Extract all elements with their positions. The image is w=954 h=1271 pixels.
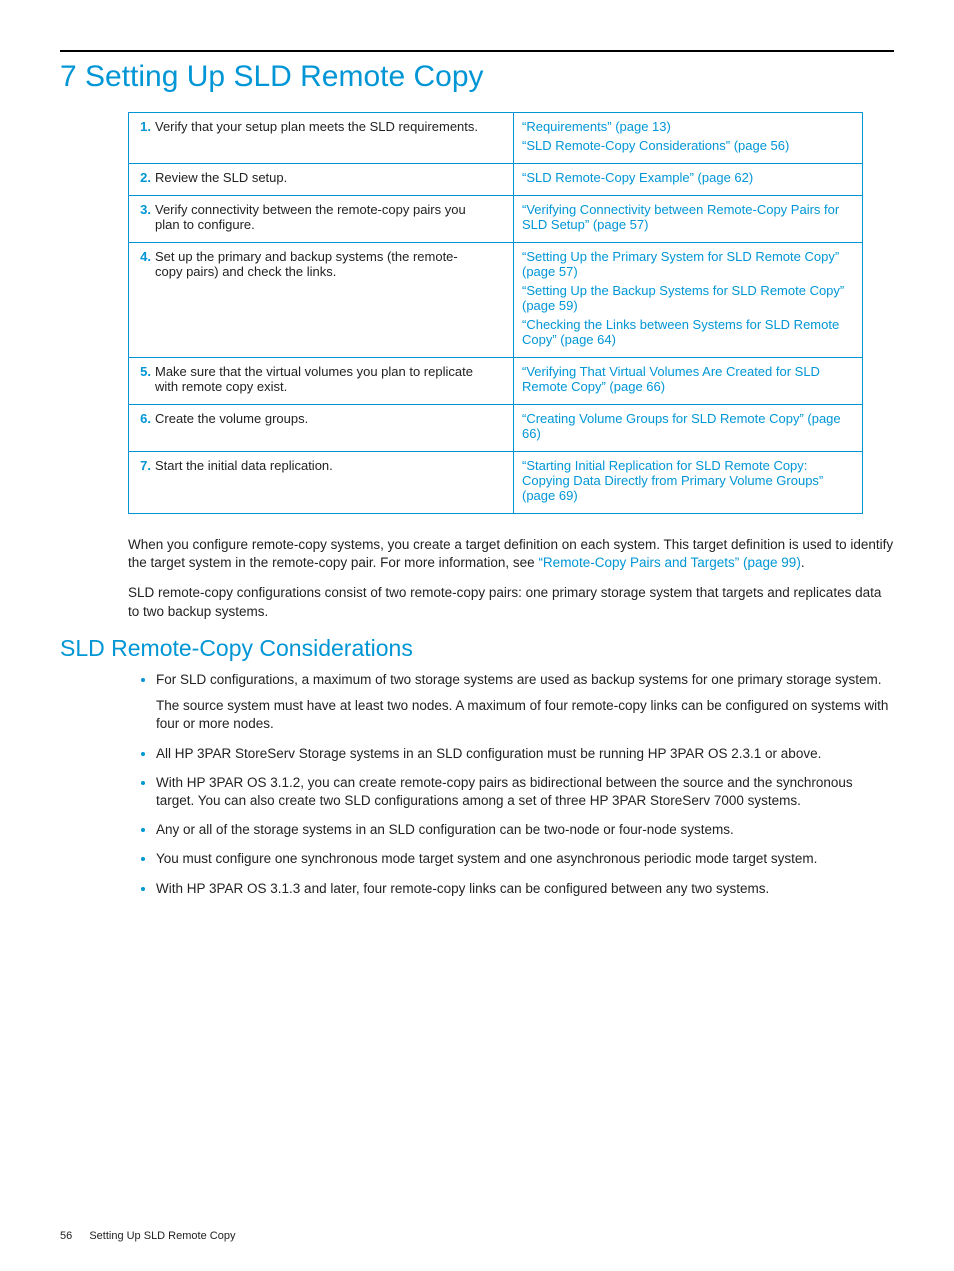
paragraph-2: SLD remote-copy configurations consist o… [128, 584, 894, 620]
footer-title: Setting Up SLD Remote Copy [89, 1230, 235, 1242]
step-number: 5. [137, 364, 151, 379]
list-item-sub: The source system must have at least two… [156, 697, 894, 733]
xref-link[interactable]: “SLD Remote-Copy Considerations” (page 5… [522, 138, 856, 153]
step-description: 4. Set up the primary and backup systems … [129, 243, 514, 358]
step-text: Review the SLD setup. [155, 170, 485, 185]
xref-link[interactable]: “SLD Remote-Copy Example” (page 62) [522, 170, 856, 185]
step-description: 2. Review the SLD setup. [129, 164, 514, 196]
step-number: 1. [137, 119, 151, 134]
xref-link[interactable]: “Verifying Connectivity between Remote-C… [522, 202, 856, 232]
step-references: “Verifying That Virtual Volumes Are Crea… [514, 358, 863, 405]
list-item: All HP 3PAR StoreServ Storage systems in… [156, 744, 894, 763]
step-text: Set up the primary and backup systems (t… [155, 249, 485, 279]
top-rule [60, 50, 894, 52]
xref-link[interactable]: “Requirements” (page 13) [522, 119, 856, 134]
table-row: 6. Create the volume groups. “Creating Vol… [129, 405, 863, 452]
step-number: 2. [137, 170, 151, 185]
section-title: SLD Remote-Copy Considerations [60, 635, 894, 662]
list-item: With HP 3PAR OS 3.1.2, you can create re… [156, 773, 894, 810]
xref-link[interactable]: “Starting Initial Replication for SLD Re… [522, 458, 856, 503]
page-footer: 56 Setting Up SLD Remote Copy [60, 1230, 235, 1242]
step-number: 7. [137, 458, 151, 473]
table-row: 7. Start the initial data replication. “St… [129, 452, 863, 514]
step-description: 6. Create the volume groups. [129, 405, 514, 452]
step-references: “Setting Up the Primary System for SLD R… [514, 243, 863, 358]
list-item: With HP 3PAR OS 3.1.3 and later, four re… [156, 879, 894, 898]
step-number: 3. [137, 202, 151, 217]
step-text: Verify that your setup plan meets the SL… [155, 119, 485, 134]
considerations-list: For SLD configurations, a maximum of two… [128, 670, 894, 898]
chapter-title: 7 Setting Up SLD Remote Copy [60, 60, 894, 94]
xref-link[interactable]: “Setting Up the Primary System for SLD R… [522, 249, 856, 279]
step-text: Create the volume groups. [155, 411, 485, 426]
table-row: 4. Set up the primary and backup systems … [129, 243, 863, 358]
step-text: Verify connectivity between the remote-c… [155, 202, 485, 232]
table-row: 3. Verify connectivity between the remote… [129, 196, 863, 243]
table-row: 2. Review the SLD setup. “SLD Remote-Copy … [129, 164, 863, 196]
list-item: Any or all of the storage systems in an … [156, 820, 894, 839]
step-number: 6. [137, 411, 151, 426]
step-references: “Verifying Connectivity between Remote-C… [514, 196, 863, 243]
body-text: When you configure remote-copy systems, … [128, 536, 894, 621]
xref-link[interactable]: “Checking the Links between Systems for … [522, 317, 856, 347]
table-row: 5. Make sure that the virtual volumes you… [129, 358, 863, 405]
step-references: “Starting Initial Replication for SLD Re… [514, 452, 863, 514]
step-text: Make sure that the virtual volumes you p… [155, 364, 485, 394]
table-row: 1. Verify that your setup plan meets the … [129, 113, 863, 164]
step-description: 3. Verify connectivity between the remote… [129, 196, 514, 243]
step-description: 1. Verify that your setup plan meets the … [129, 113, 514, 164]
xref-link[interactable]: “Creating Volume Groups for SLD Remote C… [522, 411, 856, 441]
xref-rc-pairs-targets[interactable]: “Remote-Copy Pairs and Targets” (page 99… [538, 555, 800, 570]
page-number: 56 [60, 1230, 72, 1242]
xref-link[interactable]: “Verifying That Virtual Volumes Are Crea… [522, 364, 856, 394]
paragraph-1: When you configure remote-copy systems, … [128, 536, 894, 572]
list-item: You must configure one synchronous mode … [156, 849, 894, 868]
step-number: 4. [137, 249, 151, 264]
step-references: “Requirements” (page 13) “SLD Remote-Copy… [514, 113, 863, 164]
step-description: 7. Start the initial data replication. [129, 452, 514, 514]
step-references: “SLD Remote-Copy Example” (page 62) [514, 164, 863, 196]
step-references: “Creating Volume Groups for SLD Remote C… [514, 405, 863, 452]
xref-link[interactable]: “Setting Up the Backup Systems for SLD R… [522, 283, 856, 313]
step-description: 5. Make sure that the virtual volumes you… [129, 358, 514, 405]
list-item: For SLD configurations, a maximum of two… [156, 670, 894, 734]
steps-table: 1. Verify that your setup plan meets the … [128, 112, 863, 514]
step-text: Start the initial data replication. [155, 458, 485, 473]
